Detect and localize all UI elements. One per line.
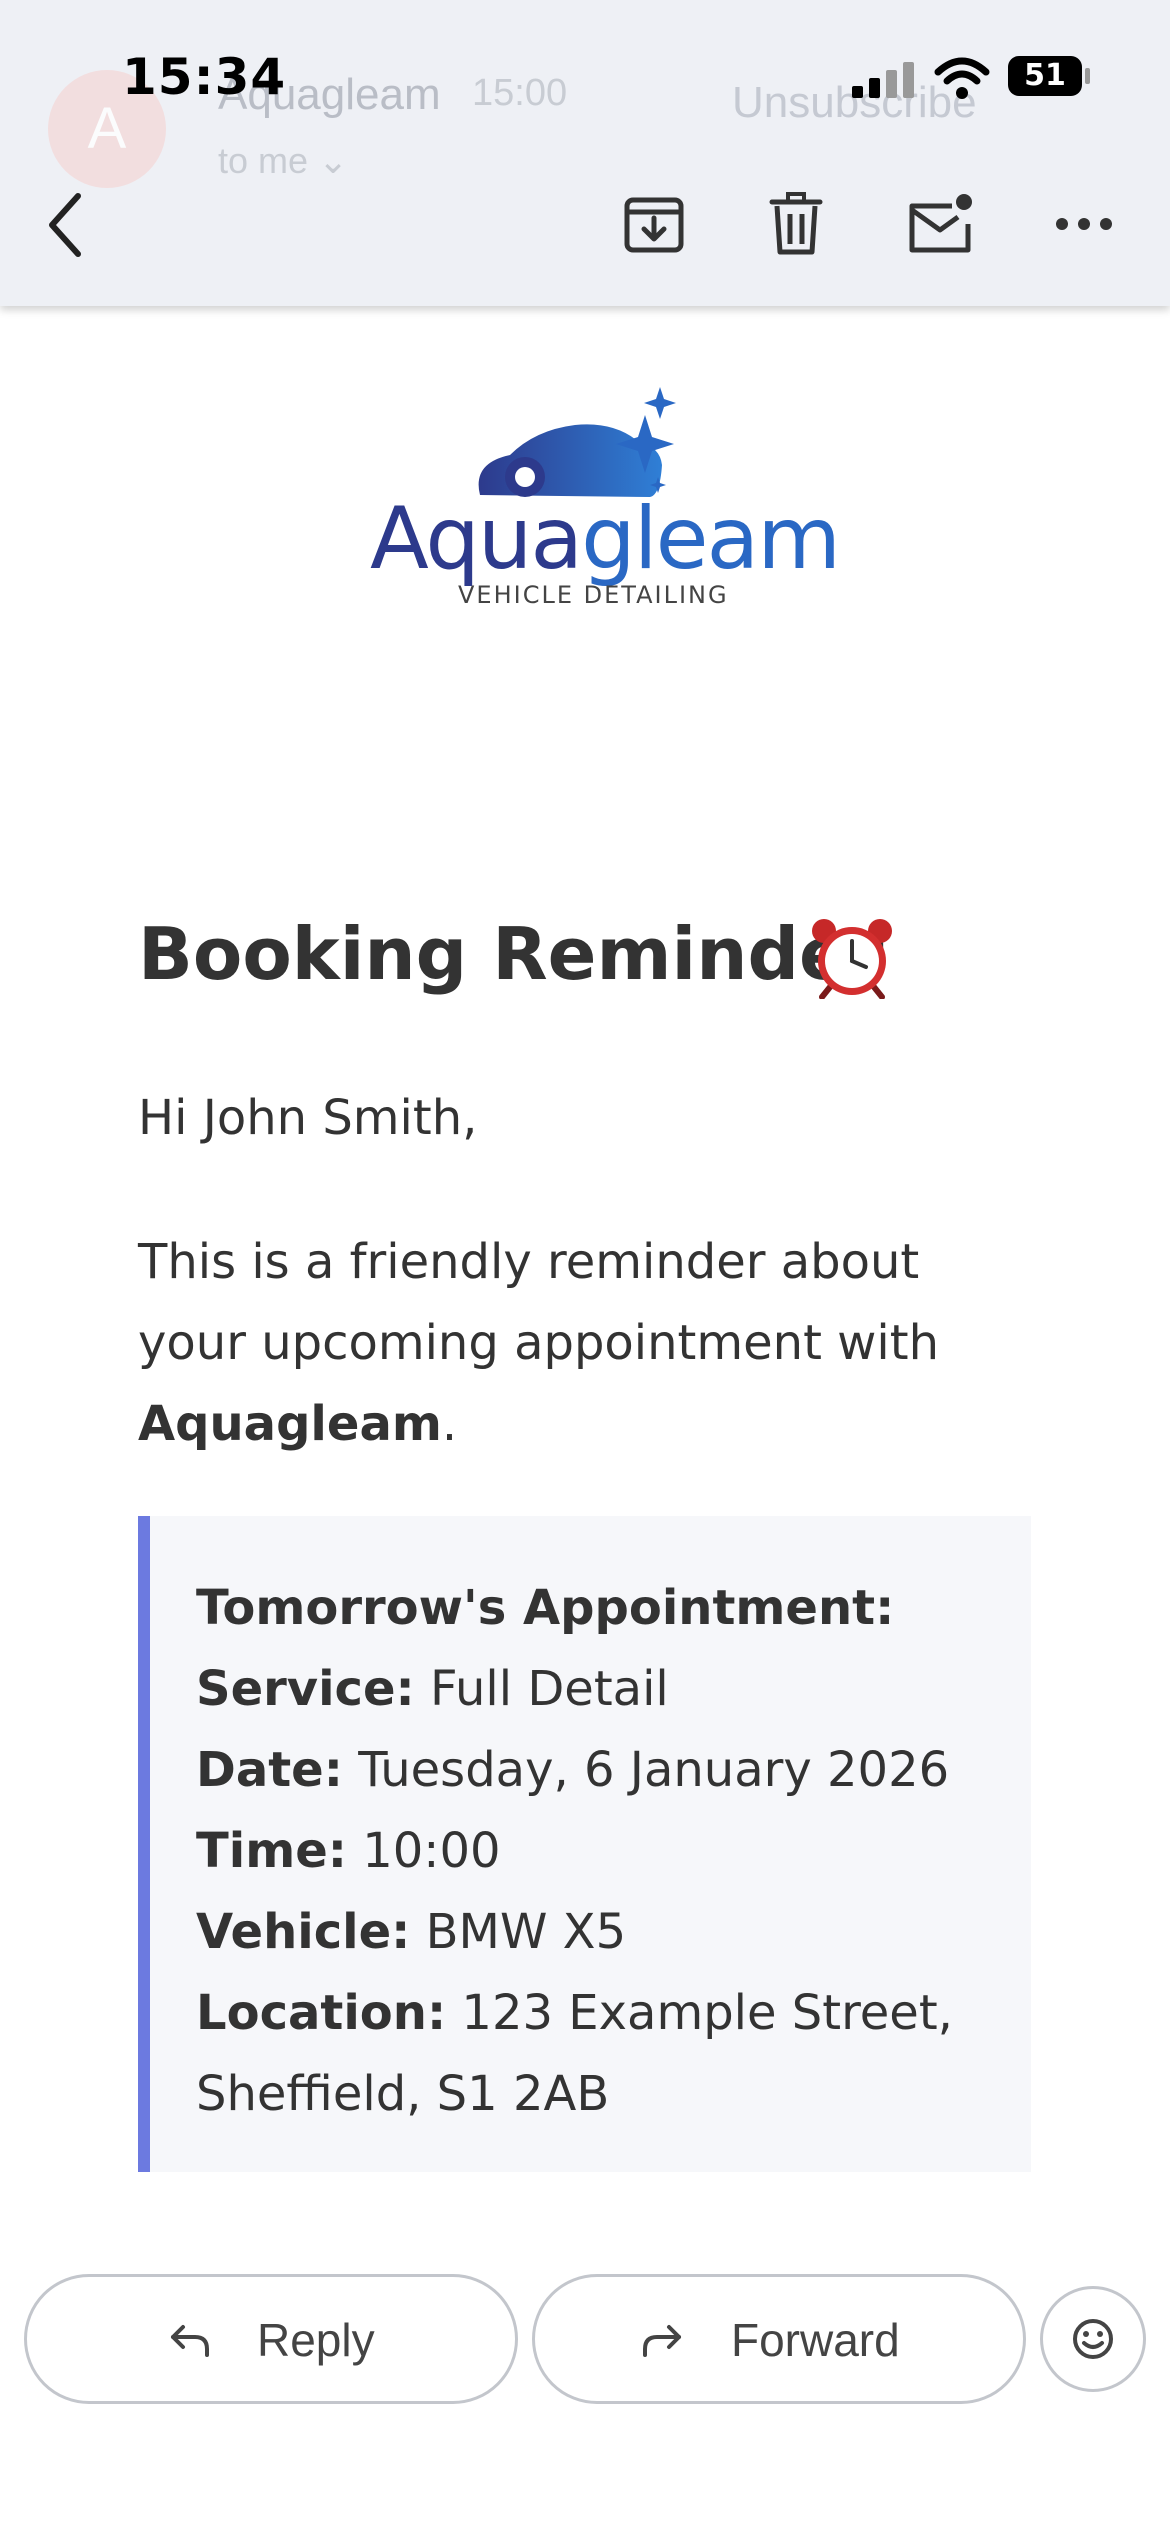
appointment-card: Tomorrow's Appointment: Service: Full De… [138,1516,1031,2172]
time-value: 10:00 [346,1823,501,1879]
brand-logo: Aquagleam VEHICLE DETAILING [360,385,841,615]
back-button[interactable] [42,190,92,260]
vehicle-row: Vehicle: BMW X5 [196,1892,1031,1973]
location-row: Location: 123 Example Street, [196,1973,1031,2054]
reply-label: Reply [257,2314,375,2366]
date-value: Tuesday, 6 January 2026 [342,1742,950,1798]
trash-icon[interactable] [762,192,830,256]
logo-wordmark: Aquagleam [370,489,841,589]
email-intro: This is a friendly reminder about your u… [138,1222,1038,1465]
appointment-heading: Tomorrow's Appointment: [196,1580,895,1636]
sent-time: 15:00 [472,72,568,114]
location-value-line2: Sheffield, S1 2AB [196,2066,610,2122]
service-label: Service: [196,1661,415,1717]
location-label: Location: [196,1985,447,2041]
alarm-clock-icon [812,919,892,999]
battery-nub [1085,68,1090,84]
date-label: Date: [196,1742,343,1798]
reply-arrow-icon [171,2325,209,2357]
vehicle-value: BMW X5 [410,1904,627,1960]
location-value-line1: 123 Example Street, [446,1985,953,2041]
logo-wordmark-aqua: Aqua [370,489,583,589]
forward-arrow-icon [643,2325,681,2357]
date-row: Date: Tuesday, 6 January 2026 [196,1730,1031,1811]
recipient-line: to me ⌄ [218,140,349,181]
archive-icon[interactable] [620,192,688,256]
intro-end: . [441,1396,458,1452]
intro-brand: Aquagleam [138,1396,442,1452]
top-app-bar: A Aquagleam 15:00 to me ⌄ Unsubscribe 15… [0,0,1170,306]
status-time: 15:34 [122,48,287,106]
logo-tagline: VEHICLE DETAILING [458,581,729,609]
mark-unread-icon[interactable] [906,192,974,256]
intro-text: This is a friendly reminder about your u… [138,1234,939,1371]
emoji-reaction-button[interactable] [1040,2286,1146,2392]
smiley-icon [1073,2319,1113,2359]
reply-button[interactable]: Reply [24,2274,518,2404]
wifi-icon [934,57,990,99]
service-row: Service: Full Detail [196,1649,1031,1730]
time-row: Time: 10:00 [196,1811,1031,1892]
forward-label: Forward [731,2314,900,2366]
time-label: Time: [196,1823,347,1879]
vehicle-label: Vehicle: [196,1904,411,1960]
battery-icon: 51 [1008,56,1082,96]
logo-wordmark-gleam: gleam [581,489,841,589]
more-horizontal-icon[interactable] [1050,192,1118,256]
email-title: Booking Reminder [138,912,884,996]
forward-button[interactable]: Forward [532,2274,1026,2404]
email-greeting: Hi John Smith, [138,1090,478,1146]
service-value: Full Detail [414,1661,669,1717]
cellular-signal-icon [852,60,916,98]
